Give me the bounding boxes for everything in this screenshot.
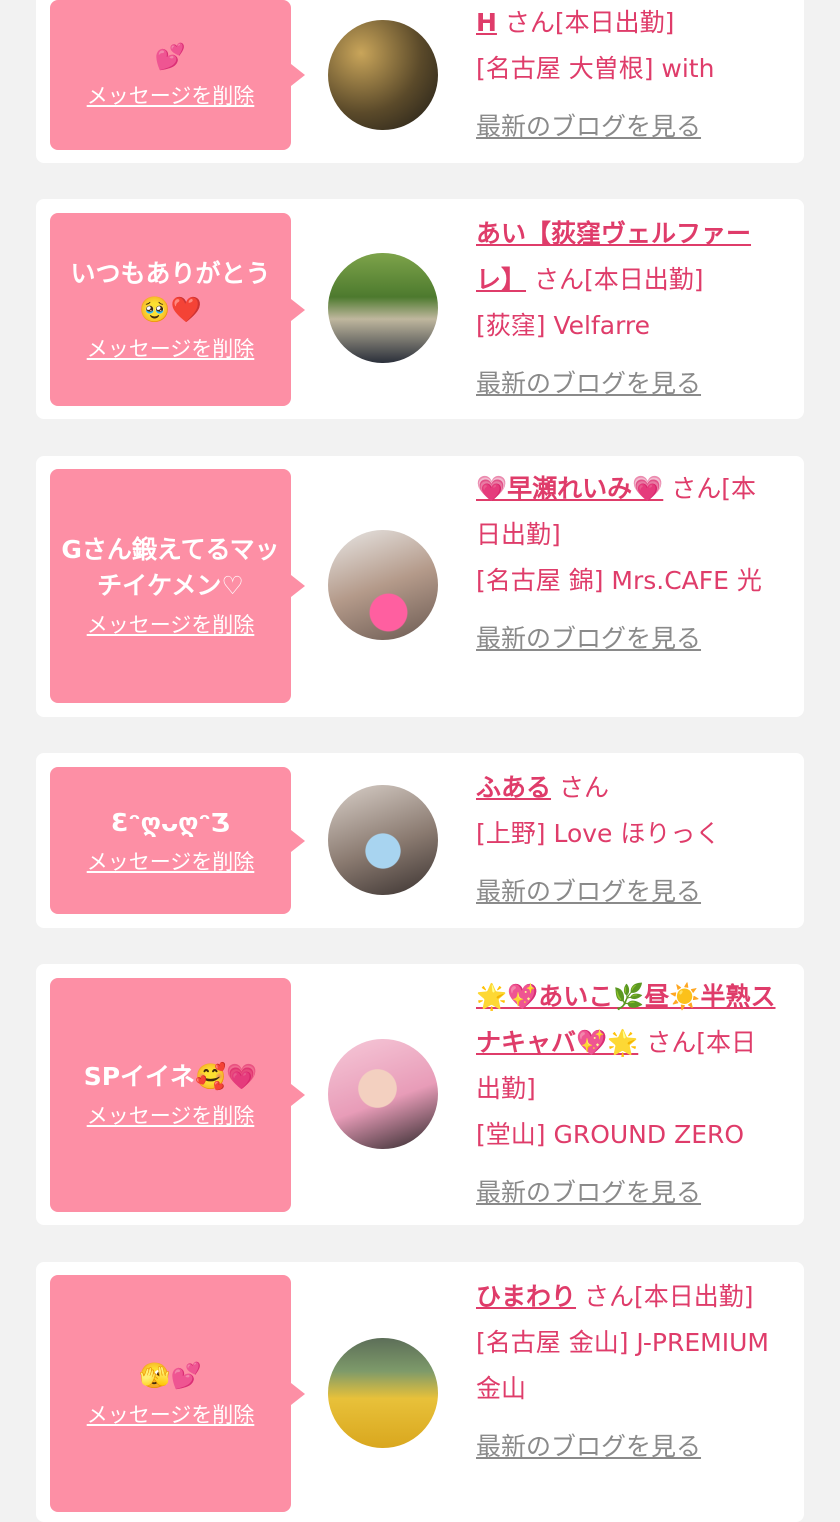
profile-name-link[interactable]: 💗早瀬れいみ💗 [476,474,663,503]
profile-info: あい【荻窪ヴェルファーレ】 さん[本日出勤] [荻窪] Velfarre 最新の… [476,211,780,407]
message-card: 💕 メッセージを削除 H さん[本日出勤] [名古屋 大曽根] with 最新の… [36,0,804,163]
profile-name-link[interactable]: ひまわり [476,1282,576,1311]
message-text: ƐᵔღᴗღᵔƷ [111,807,230,837]
latest-blog-link[interactable]: 最新のブログを見る [476,104,780,150]
shop-label: [名古屋 金山] J-PREMIUM 金山 [476,1328,769,1403]
message-text: 💕 [154,42,187,71]
latest-blog-link[interactable]: 最新のブログを見る [476,616,780,662]
avatar[interactable] [328,253,438,363]
avatar[interactable] [328,530,438,640]
profile-info: ふある さん [上野] Love ほりっく 最新のブログを見る [476,765,780,915]
latest-blog-link[interactable]: 最新のブログを見る [476,1424,780,1470]
san-status: さん[本日出勤] [533,265,704,294]
message-bubble: ƐᵔღᴗღᵔƷ メッセージを削除 [50,767,305,914]
message-card: SPイイネ🥰💗 メッセージを削除 🌟💖あいこ🌿昼☀️半熟スナキャバ💖🌟 さん[本… [36,964,804,1225]
profile-name-link[interactable]: H [476,8,497,37]
message-card: ƐᵔღᴗღᵔƷ メッセージを削除 ふある さん [上野] Love ほりっく 最… [36,753,804,928]
avatar[interactable] [328,1338,438,1448]
delete-message-link[interactable]: メッセージを削除 [87,1400,255,1430]
shop-label: [名古屋 錦] Mrs.CAFE 光 [476,566,762,595]
message-card: Gさん鍛えてるマッチイケメン♡ メッセージを削除 💗早瀬れいみ💗 さん[本日出勤… [36,456,804,717]
avatar[interactable] [328,1039,438,1149]
profile-info: 🌟💖あいこ🌿昼☀️半熟スナキャバ💖🌟 さん[本日出勤] [堂山] GROUND … [476,974,780,1216]
shop-label: [荻窪] Velfarre [476,311,651,340]
message-text: SPイイネ🥰💗 [83,1062,258,1091]
profile-name-link[interactable]: ふある [476,773,551,802]
san-status: さん [558,773,609,802]
san-status: さん[本日出勤] [583,1282,754,1311]
message-card: いつもありがとう🥹❤️ メッセージを削除 あい【荻窪ヴェルファーレ】 さん[本日… [36,199,804,419]
message-card: 🫣💕 メッセージを削除 ひまわり さん[本日出勤] [名古屋 金山] J-PRE… [36,1262,804,1522]
san-status: さん[本日出勤] [504,8,675,37]
profile-info: ひまわり さん[本日出勤] [名古屋 金山] J-PREMIUM 金山 最新のブ… [476,1274,780,1470]
delete-message-link[interactable]: メッセージを削除 [87,847,255,877]
latest-blog-link[interactable]: 最新のブログを見る [476,361,780,407]
message-bubble: SPイイネ🥰💗 メッセージを削除 [50,978,305,1212]
message-bubble: 🫣💕 メッセージを削除 [50,1275,305,1512]
latest-blog-link[interactable]: 最新のブログを見る [476,1170,780,1216]
shop-label: [名古屋 大曽根] with [476,54,715,83]
message-bubble: いつもありがとう🥹❤️ メッセージを削除 [50,213,305,406]
delete-message-link[interactable]: メッセージを削除 [87,334,255,364]
message-bubble: Gさん鍛えてるマッチイケメン♡ メッセージを削除 [50,469,305,703]
profile-info: H さん[本日出勤] [名古屋 大曽根] with 最新のブログを見る [476,0,780,150]
message-bubble: 💕 メッセージを削除 [50,0,305,150]
message-text: いつもありがとう🥹❤️ [70,258,271,324]
delete-message-link[interactable]: メッセージを削除 [87,610,255,640]
message-text: Gさん鍛えてるマッチイケメン♡ [61,535,280,600]
shop-label: [上野] Love ほりっく [476,819,721,848]
latest-blog-link[interactable]: 最新のブログを見る [476,869,780,915]
profile-info: 💗早瀬れいみ💗 さん[本日出勤] [名古屋 錦] Mrs.CAFE 光 最新のブ… [476,466,780,662]
delete-message-link[interactable]: メッセージを削除 [87,81,255,111]
message-text: 🫣💕 [139,1360,202,1390]
delete-message-link[interactable]: メッセージを削除 [87,1101,255,1131]
avatar[interactable] [328,785,438,895]
shop-label: [堂山] GROUND ZERO [476,1120,745,1149]
avatar[interactable] [328,20,438,130]
